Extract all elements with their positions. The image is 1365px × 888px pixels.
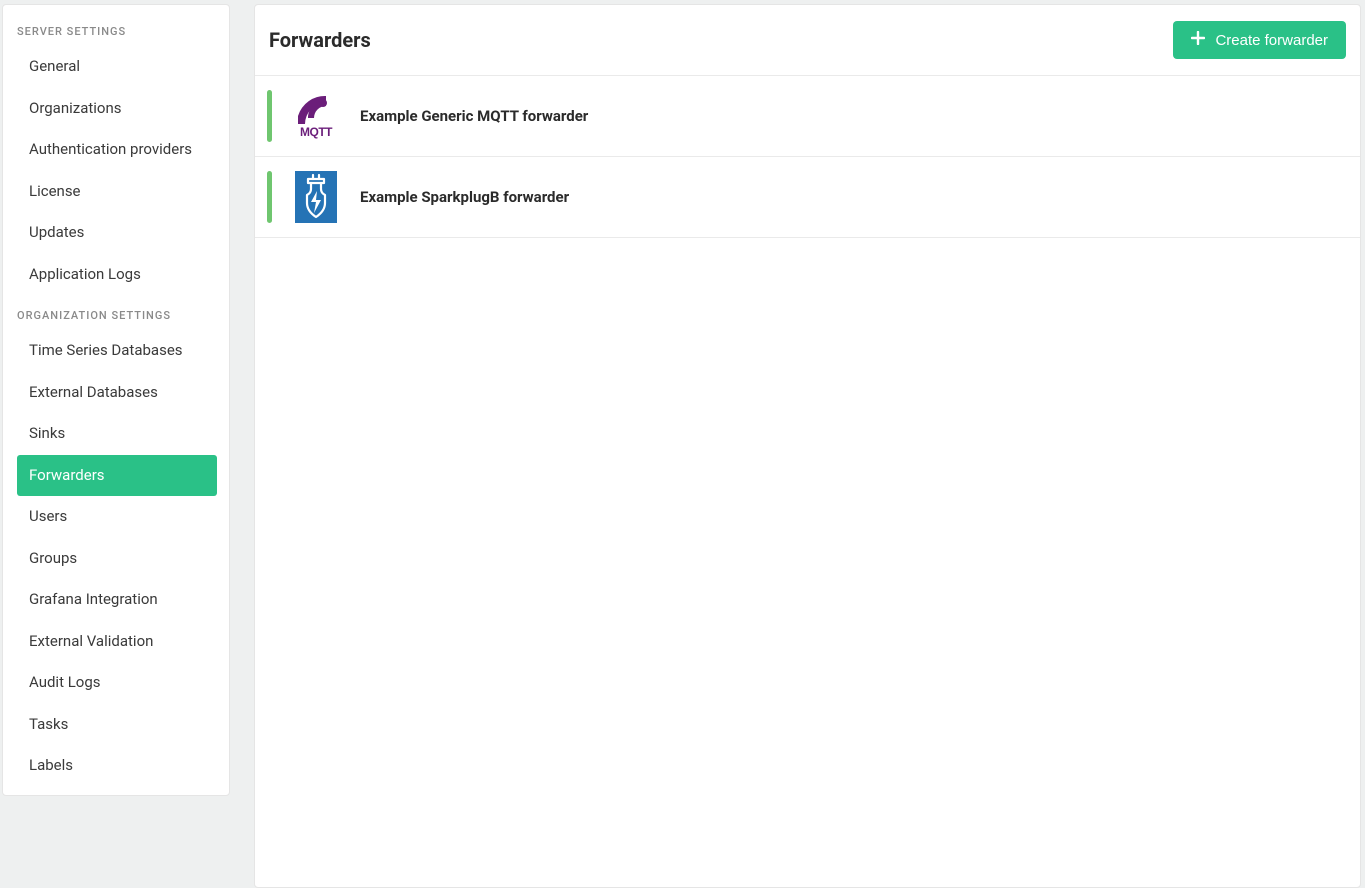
sidebar-item-general[interactable]: General	[3, 46, 229, 88]
sidebar-item-external-databases[interactable]: External Databases	[3, 372, 229, 414]
server-settings-heading: SERVER SETTINGS	[3, 17, 229, 46]
settings-sidebar: SERVER SETTINGS General Organizations Au…	[2, 4, 230, 796]
mqtt-icon: MQTT	[292, 90, 340, 142]
sidebar-item-forwarders[interactable]: Forwarders	[17, 455, 217, 497]
sidebar-item-organizations[interactable]: Organizations	[3, 88, 229, 130]
status-indicator	[267, 90, 272, 142]
sidebar-item-groups[interactable]: Groups	[3, 538, 229, 580]
create-forwarder-label: Create forwarder	[1215, 32, 1328, 49]
page-title: Forwarders	[269, 28, 371, 52]
forwarder-row-mqtt[interactable]: MQTT Example Generic MQTT forwarder	[255, 76, 1360, 157]
sidebar-item-audit-logs[interactable]: Audit Logs	[3, 662, 229, 704]
sidebar-item-application-logs[interactable]: Application Logs	[3, 254, 229, 296]
sidebar-item-auth-providers[interactable]: Authentication providers	[3, 129, 229, 171]
sidebar-item-sinks[interactable]: Sinks	[3, 413, 229, 455]
forwarder-name: Example Generic MQTT forwarder	[360, 107, 588, 125]
sparkplug-icon	[292, 171, 340, 223]
forwarders-list: MQTT Example Generic MQTT forwarder Ex	[255, 76, 1360, 887]
status-indicator	[267, 171, 272, 223]
main-panel: Forwarders Create forwarder MQTT E	[254, 4, 1361, 888]
svg-text:MQTT: MQTT	[300, 125, 333, 139]
sidebar-item-license[interactable]: License	[3, 171, 229, 213]
forwarder-row-sparkplug[interactable]: Example SparkplugB forwarder	[255, 157, 1360, 238]
create-forwarder-button[interactable]: Create forwarder	[1173, 21, 1346, 59]
sidebar-item-users[interactable]: Users	[3, 496, 229, 538]
sidebar-item-updates[interactable]: Updates	[3, 212, 229, 254]
sidebar-item-time-series-databases[interactable]: Time Series Databases	[3, 330, 229, 372]
forwarder-name: Example SparkplugB forwarder	[360, 188, 569, 206]
sidebar-item-grafana-integration[interactable]: Grafana Integration	[3, 579, 229, 621]
sidebar-item-tasks[interactable]: Tasks	[3, 704, 229, 746]
sidebar-item-labels[interactable]: Labels	[3, 745, 229, 787]
organization-settings-heading: ORGANIZATION SETTINGS	[3, 301, 229, 330]
sidebar-item-external-validation[interactable]: External Validation	[3, 621, 229, 663]
plus-icon	[1191, 31, 1205, 49]
main-header: Forwarders Create forwarder	[255, 5, 1360, 76]
